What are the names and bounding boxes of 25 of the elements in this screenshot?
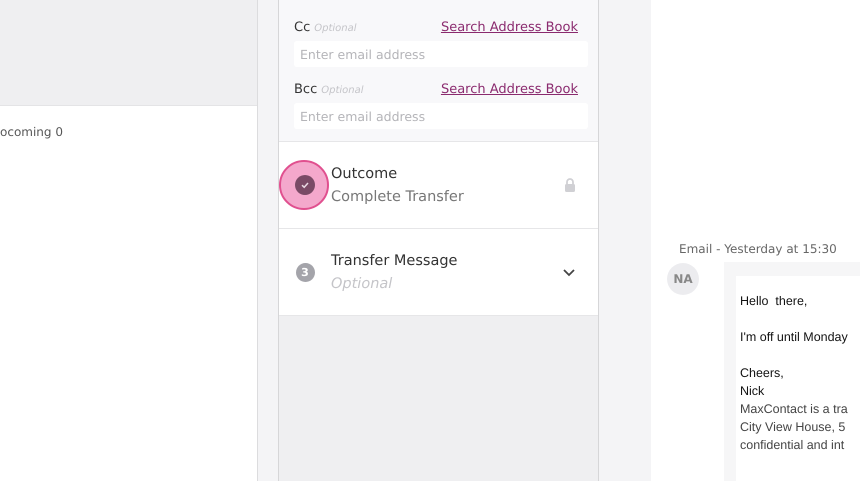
message-meta: Email - Yesterday at 15:30 (678, 242, 838, 256)
message-line: Cheers, (740, 365, 785, 382)
message-line: confidential and int (740, 437, 846, 454)
step-number: 3 (296, 262, 314, 282)
avatar: NA (667, 263, 699, 295)
field-label: Bcc (294, 82, 318, 97)
message-line: City View House, 5 (740, 419, 846, 436)
address-book-link[interactable]: Search Address Book (440, 20, 578, 35)
chevron-icon[interactable] (562, 268, 576, 276)
step-title: Outcome (331, 166, 398, 182)
step-row[interactable]: Outcome Complete Transfer (279, 142, 598, 229)
email-input-field[interactable]: Enter email address (294, 103, 588, 129)
message-line: Hello there, (740, 293, 808, 310)
address-book-link[interactable]: Search Address Book (440, 82, 578, 97)
step-subtitle: Complete Transfer (331, 188, 465, 204)
step-subtitle: Optional (331, 276, 394, 292)
email-input-field[interactable]: Enter email address (294, 41, 588, 67)
field-label: Cc (294, 20, 310, 35)
message-line: Nick (740, 383, 766, 400)
step-row[interactable]: 3 Transfer Message Optional (279, 229, 598, 316)
message-line: I'm off until Monday (740, 329, 849, 346)
step-title: Transfer Message (331, 252, 458, 268)
check-icon (295, 175, 315, 195)
message-line: MaxContact is a tra (740, 401, 849, 418)
status-text: ocoming 0 (0, 125, 63, 139)
